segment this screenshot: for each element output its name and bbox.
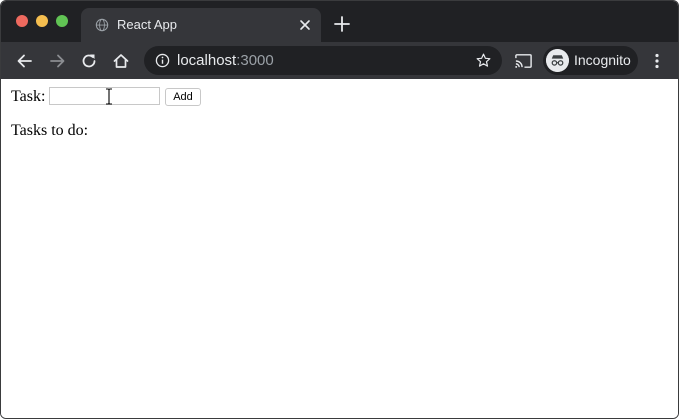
globe-icon — [95, 18, 109, 32]
new-tab-icon[interactable] — [333, 15, 351, 33]
tab-react-app[interactable]: React App — [81, 8, 321, 42]
window-close-button[interactable] — [16, 15, 28, 27]
browser-toolbar: localhost:3000 Incognito — [1, 42, 678, 79]
bookmark-star-icon[interactable] — [475, 52, 492, 69]
forward-arrow-icon[interactable] — [47, 51, 67, 71]
url-text: localhost:3000 — [177, 52, 274, 69]
close-tab-icon[interactable] — [297, 17, 313, 33]
tasks-to-do-heading: Tasks to do: — [11, 122, 89, 139]
browser-window: React App localhost:3000 Incognito Task:… — [0, 0, 679, 419]
reload-icon[interactable] — [79, 51, 99, 71]
tab-title: React App — [117, 17, 177, 32]
home-icon[interactable] — [111, 51, 131, 71]
incognito-icon — [546, 49, 569, 72]
cast-icon[interactable] — [514, 53, 533, 69]
tab-strip: React App — [1, 1, 678, 42]
window-minimize-button[interactable] — [36, 15, 48, 27]
add-task-button[interactable]: Add — [165, 88, 201, 106]
url-host: localhost — [177, 52, 237, 69]
incognito-profile-button[interactable]: Incognito — [543, 46, 638, 75]
text-cursor-icon — [106, 88, 112, 105]
back-arrow-icon[interactable] — [15, 51, 35, 71]
url-port: :3000 — [236, 52, 274, 69]
page-content: Task: Add Tasks to do: — [1, 79, 678, 418]
window-maximize-button[interactable] — [56, 15, 68, 27]
address-bar[interactable]: localhost:3000 — [144, 46, 502, 75]
info-icon[interactable] — [155, 53, 170, 68]
more-menu-icon[interactable] — [650, 52, 664, 70]
task-label: Task: — [11, 88, 46, 105]
incognito-label: Incognito — [574, 52, 631, 68]
